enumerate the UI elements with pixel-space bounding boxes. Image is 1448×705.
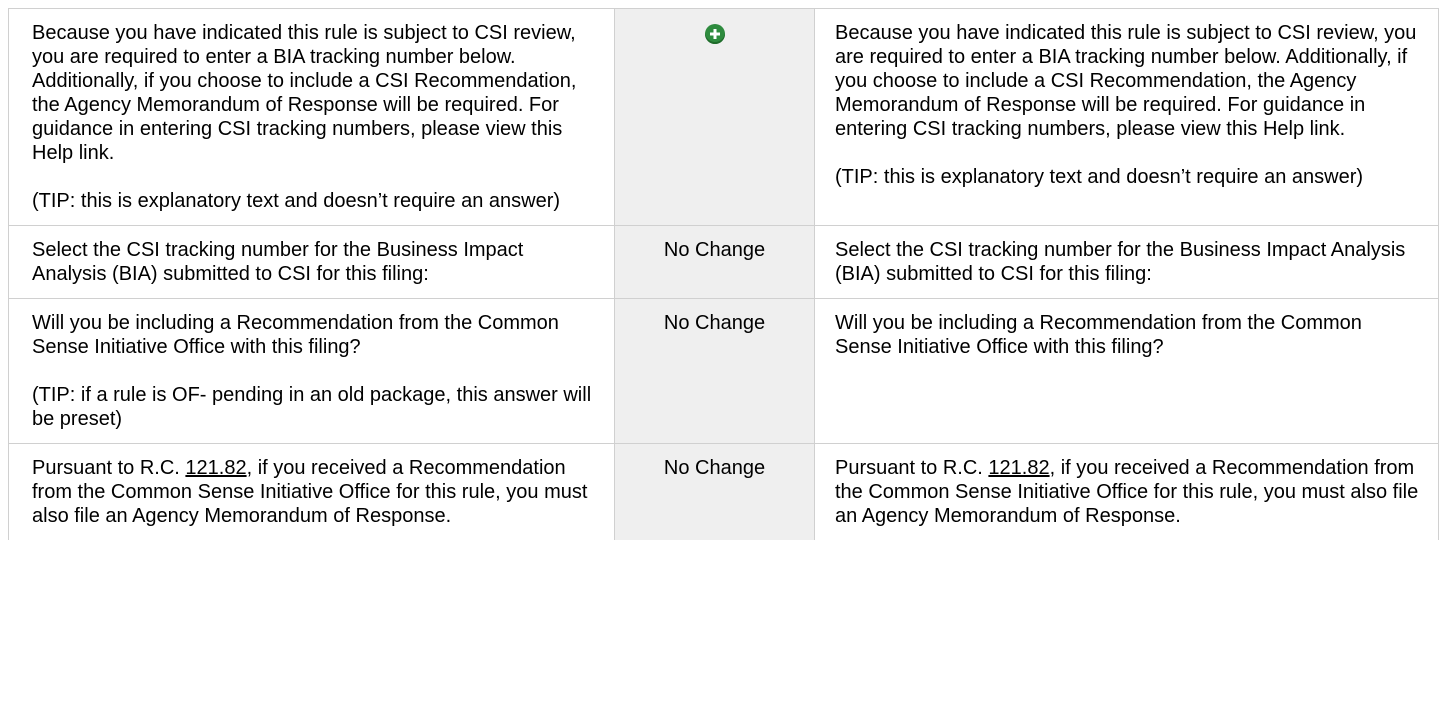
- change-status: No Change: [663, 312, 766, 334]
- change-cell: [614, 8, 815, 226]
- table-row: Pursuant to R.C. 121.82, if you received…: [8, 443, 1439, 540]
- table-row: Will you be including a Recommendation f…: [8, 298, 1439, 444]
- row-text: Because you have indicated this rule is …: [32, 22, 577, 164]
- plus-circle-icon: [704, 24, 725, 44]
- before-cell: Pursuant to R.C. 121.82, if you received…: [8, 443, 615, 540]
- tip-text: (TIP: this is explanatory text and doesn…: [32, 190, 561, 212]
- after-cell: Because you have indicated this rule is …: [814, 8, 1439, 226]
- before-cell: Because you have indicated this rule is …: [8, 8, 615, 226]
- rc-121-82-link[interactable]: 121.82: [988, 457, 1049, 479]
- change-cell: No Change: [614, 298, 815, 444]
- row-text: Pursuant to R.C. 121.82, if you received…: [32, 456, 598, 528]
- rc-121-82-link[interactable]: 121.82: [185, 457, 246, 479]
- change-cell: No Change: [614, 225, 815, 299]
- change-status: No Change: [663, 239, 766, 261]
- comparison-table: Because you have indicated this rule is …: [8, 8, 1439, 540]
- change-cell: No Change: [614, 443, 815, 540]
- after-cell: Pursuant to R.C. 121.82, if you received…: [814, 443, 1439, 540]
- table-row: Because you have indicated this rule is …: [8, 8, 1439, 226]
- before-cell: Will you be including a Recommendation f…: [8, 298, 615, 444]
- row-text-prefix: Pursuant to R.C.: [32, 457, 186, 479]
- row-text: Because you have indicated this rule is …: [835, 22, 1417, 140]
- row-text: Will you be including a Recommendation f…: [32, 312, 559, 358]
- after-cell: Will you be including a Recommendation f…: [814, 298, 1439, 444]
- after-cell: Select the CSI tracking number for the B…: [814, 225, 1439, 299]
- change-status: No Change: [663, 457, 766, 479]
- row-text: Will you be including a Recommendation f…: [835, 312, 1362, 358]
- tip-text: (TIP: if a rule is OF- pending in an old…: [32, 384, 592, 430]
- before-cell: Select the CSI tracking number for the B…: [8, 225, 615, 299]
- table-row: Select the CSI tracking number for the B…: [8, 225, 1439, 299]
- row-text: Select the CSI tracking number for the B…: [835, 239, 1406, 285]
- row-text-prefix: Pursuant to R.C.: [835, 457, 989, 479]
- row-text: Select the CSI tracking number for the B…: [32, 239, 524, 285]
- row-text: Pursuant to R.C. 121.82, if you received…: [835, 456, 1422, 528]
- tip-text: (TIP: this is explanatory text and doesn…: [835, 166, 1364, 188]
